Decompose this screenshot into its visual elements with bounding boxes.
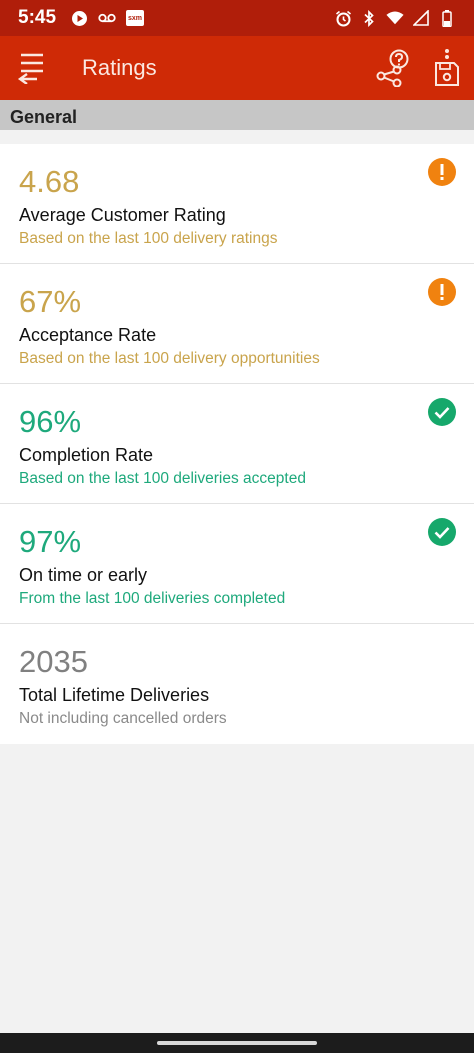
app-bar: Ratings (0, 36, 474, 100)
wifi-icon (386, 9, 404, 27)
rating-card-average-customer-rating: 4.68 Average Customer Rating Based on th… (0, 144, 474, 264)
rating-title: Completion Rate (19, 445, 154, 465)
play-icon (70, 9, 88, 27)
sxm-icon: sxm (126, 10, 145, 26)
rating-value: 4.68 (19, 164, 80, 199)
ratings-list: 4.68 Average Customer Rating Based on th… (0, 144, 474, 744)
page-title: Ratings (82, 55, 157, 80)
share-help-icon (376, 49, 409, 87)
voicemail-icon (98, 9, 116, 27)
rating-title: On time or early (19, 565, 148, 585)
warning-icon (428, 278, 456, 306)
status-bar: 5:45 sxm (0, 0, 474, 36)
status-system-icons (334, 9, 456, 27)
rating-card-acceptance-rate: 67% Acceptance Rate Based on the last 10… (0, 264, 474, 384)
section-spacer (0, 130, 474, 144)
app-bar-actions (366, 36, 474, 100)
more-options-button[interactable] (420, 36, 474, 100)
rating-title: Total Lifetime Deliveries (19, 685, 210, 705)
rating-subtitle: Based on the last 100 delivery opportuni… (19, 350, 320, 367)
rating-card-on-time: 97% On time or early From the last 100 d… (0, 504, 474, 624)
rating-card-completion-rate: 96% Completion Rate Based on the last 10… (0, 384, 474, 504)
system-navigation-bar (0, 1033, 474, 1053)
menu-back-icon (17, 53, 43, 84)
rating-subtitle: Not including cancelled orders (19, 710, 227, 727)
battery-icon (438, 9, 456, 27)
rating-title: Acceptance Rate (19, 325, 157, 345)
rating-value: 67% (19, 284, 82, 319)
status-notification-icons: sxm (70, 9, 145, 27)
rating-title: Average Customer Rating (19, 205, 226, 225)
alarm-icon (334, 9, 352, 27)
rating-value: 96% (19, 404, 82, 439)
warning-icon (428, 158, 456, 186)
section-header-general: General (0, 100, 474, 130)
bluetooth-icon (360, 9, 378, 27)
signal-icon (412, 9, 430, 27)
rating-subtitle: Based on the last 100 deliveries accepte… (19, 470, 306, 487)
rating-value: 2035 (19, 644, 88, 679)
share-help-button[interactable] (366, 36, 420, 100)
status-time: 5:45 (18, 7, 57, 28)
home-gesture-handle[interactable] (157, 1041, 317, 1045)
check-icon (428, 398, 456, 426)
menu-back-button[interactable] (0, 36, 64, 100)
section-title: General (10, 107, 78, 127)
check-icon (428, 518, 456, 546)
rating-subtitle: Based on the last 100 delivery ratings (19, 230, 278, 247)
rating-value: 97% (19, 524, 82, 559)
rating-subtitle: From the last 100 deliveries completed (19, 590, 286, 607)
save-icon (435, 49, 459, 86)
rating-card-total-lifetime-deliveries: 2035 Total Lifetime Deliveries Not inclu… (0, 624, 474, 744)
sxm-label: sxm (128, 14, 143, 22)
